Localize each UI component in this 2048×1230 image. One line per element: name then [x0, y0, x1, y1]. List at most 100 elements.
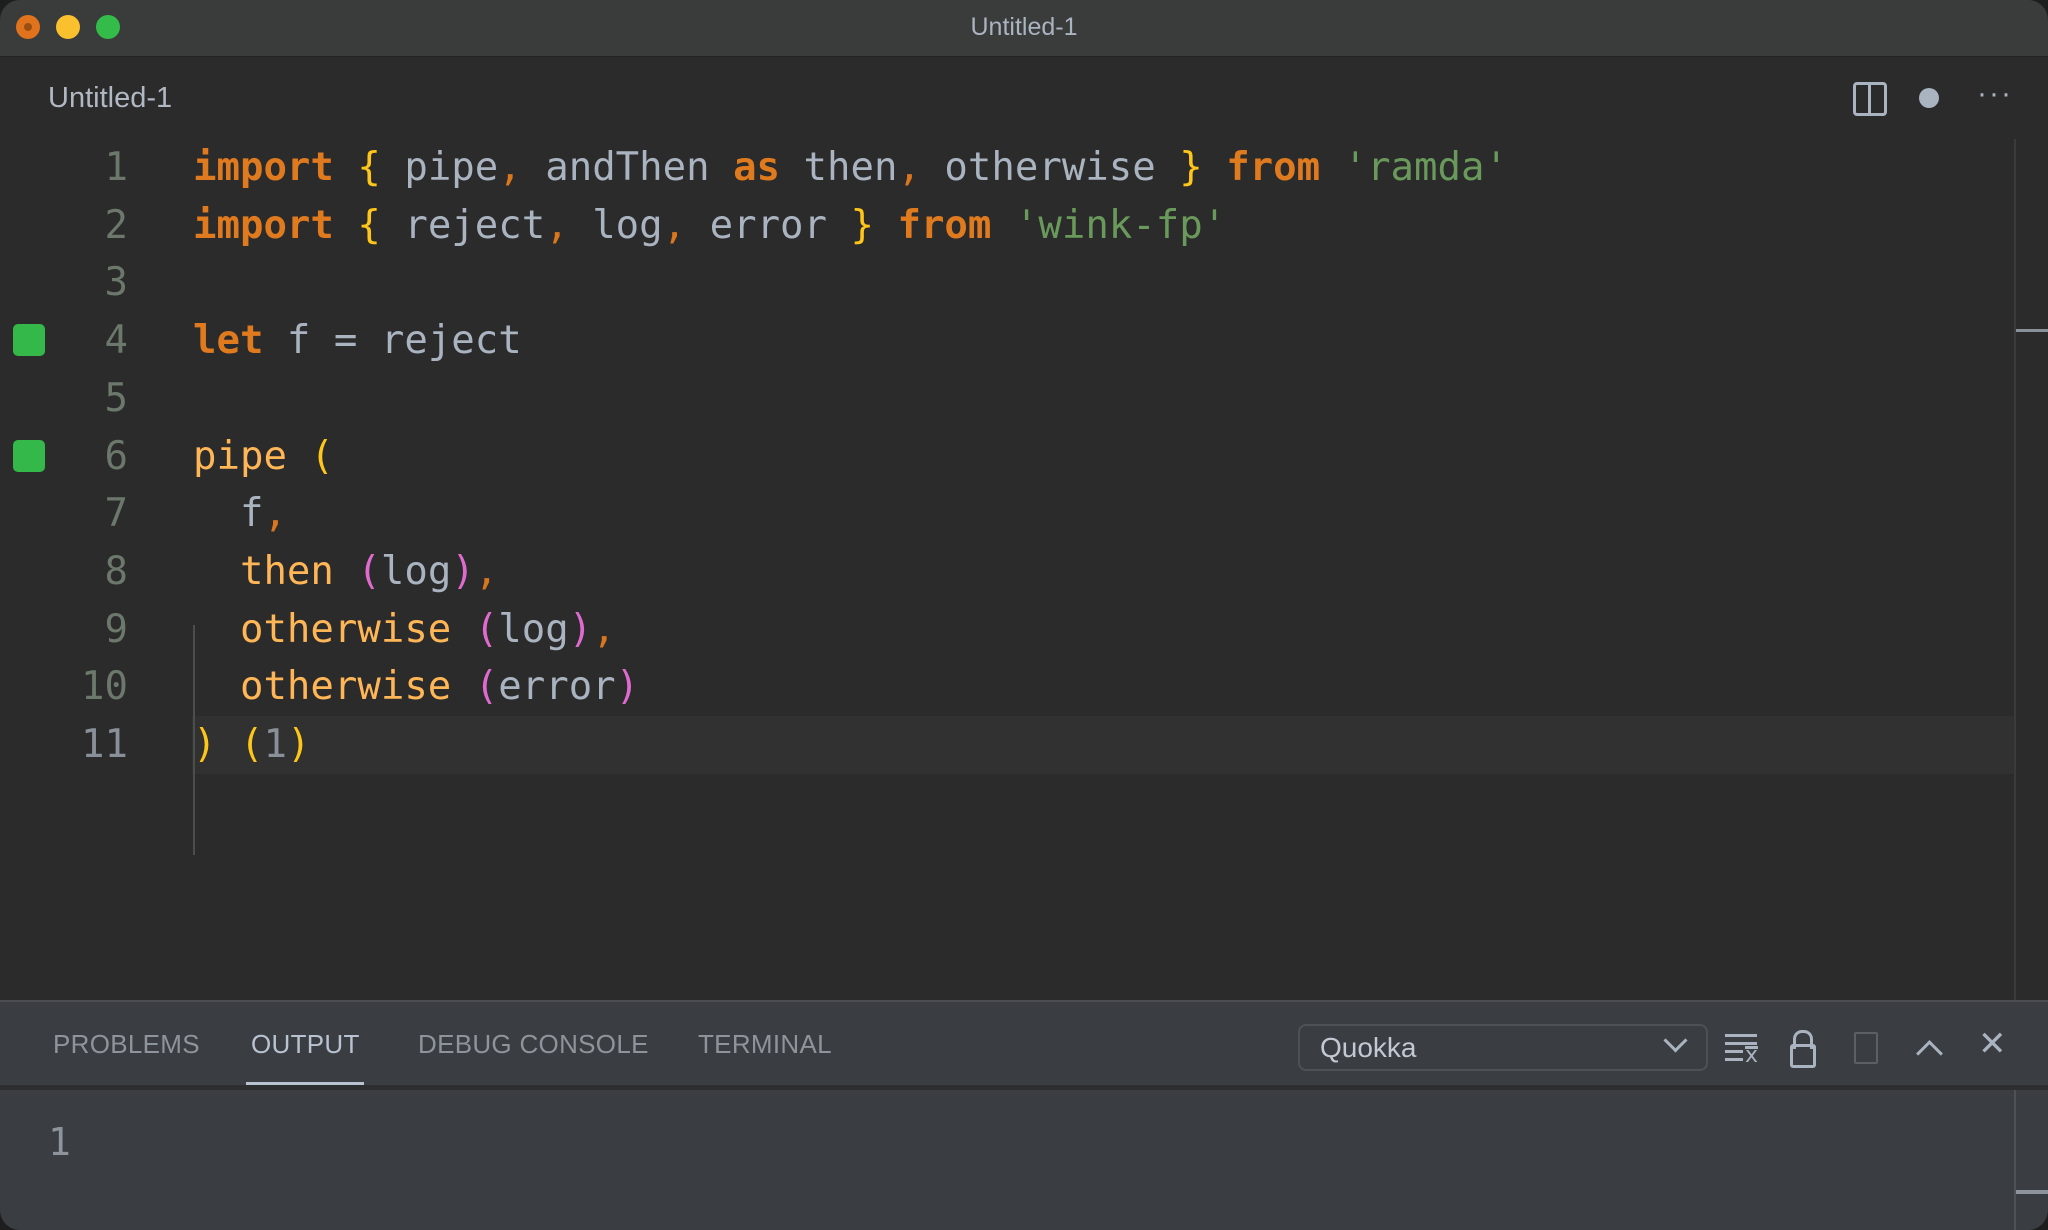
code-token: , — [897, 145, 921, 190]
code-token: ( — [357, 548, 381, 594]
more-actions-icon[interactable]: ··· — [1975, 79, 2015, 111]
code-line[interactable]: 1 import { pipe, andThen as then, otherwi… — [0, 139, 2014, 197]
line-number: 6 — [104, 433, 128, 479]
code-line[interactable]: 5 — [0, 370, 2014, 428]
code-token: , — [662, 202, 687, 248]
code-token: ) — [615, 664, 640, 710]
output-scrollbar[interactable] — [2014, 1090, 2016, 1230]
code-line[interactable]: 4 let f = reject — [0, 312, 2014, 370]
code-token: { — [357, 145, 381, 190]
line-number: 3 — [104, 260, 128, 306]
line-code: otherwise (log), — [192, 601, 2014, 659]
code-token: log — [568, 202, 663, 248]
editor-tab-untitled-1[interactable]: Untitled-1 — [48, 82, 172, 115]
code-token: pipe — [380, 145, 499, 190]
tab-output[interactable]: OUTPUT — [251, 1029, 360, 1060]
code-token: reject — [380, 202, 546, 248]
code-token: error — [498, 664, 616, 710]
code-token: otherwise — [193, 664, 452, 710]
coverage-marker-icon — [13, 324, 45, 357]
line-code: then (log), — [192, 543, 2014, 601]
line-number: 7 — [104, 491, 128, 537]
code-line[interactable]: 2 import { reject, log, error } from 'win… — [0, 197, 2014, 255]
code-token: ) — [568, 606, 593, 652]
code-line[interactable]: 3 — [0, 254, 2014, 312]
code-token: otherwise — [193, 606, 452, 652]
code-token: ) — [451, 548, 475, 594]
code-token: otherwise — [920, 145, 1180, 190]
overview-cursor-mark — [2016, 329, 2048, 332]
code-token: 'ramda' — [1343, 145, 1508, 190]
overview-ruler[interactable] — [2014, 139, 2016, 1000]
line-code: let f = reject — [192, 312, 2014, 370]
line-number: 9 — [104, 606, 128, 652]
code-token: ( — [474, 664, 499, 710]
open-log-file-icon — [1850, 1030, 1886, 1066]
line-code: pipe ( — [192, 428, 2014, 486]
code-line[interactable]: 11 ) (1) — [0, 716, 2014, 774]
code-token: ( — [310, 433, 334, 479]
output-channel-value: Quokka — [1320, 1032, 1417, 1063]
close-panel-icon[interactable]: ✕ — [1978, 1024, 2007, 1064]
output-line: 1 — [48, 1120, 71, 1164]
chevron-down-icon — [1663, 1028, 1688, 1053]
code-token: error — [686, 202, 851, 248]
code-token: as — [733, 145, 781, 190]
output-view[interactable]: 1 — [0, 1090, 2048, 1230]
code-line[interactable]: 7 f, — [0, 485, 2014, 543]
clear-output-icon[interactable]: x — [1725, 1030, 1761, 1067]
split-editor-icon[interactable] — [1853, 82, 1887, 116]
code-token: import — [193, 202, 334, 248]
output-channel-select[interactable]: Quokka — [1298, 1024, 1708, 1071]
code-token: f = reject — [263, 318, 522, 364]
editor-tab-header: Untitled-1 ··· — [0, 57, 2048, 139]
coverage-marker-icon — [13, 439, 45, 472]
code-editor[interactable]: 1 import { pipe, andThen as then, otherwi… — [0, 139, 2048, 1000]
line-code: ) (1) — [192, 716, 2014, 774]
code-token: f — [193, 491, 264, 537]
code-token: , — [474, 548, 499, 594]
code-line[interactable]: 6 pipe ( — [0, 428, 2014, 486]
code-token: pipe — [193, 433, 287, 479]
unsaved-dot-icon[interactable] — [1919, 88, 1939, 108]
code-line[interactable]: 8 then (log), — [0, 543, 2014, 601]
code-token: log — [498, 606, 569, 652]
code-token: let — [193, 318, 264, 364]
code-token: ) — [193, 722, 217, 767]
code-line[interactable]: 9 otherwise (log), — [0, 601, 2014, 659]
line-number: 4 — [104, 318, 128, 364]
tab-debug-console[interactable]: DEBUG CONSOLE — [418, 1029, 649, 1060]
line-code: import { reject, log, error } from 'wink… — [192, 197, 2014, 255]
maximize-panel-icon[interactable] — [1916, 1040, 1943, 1067]
code-token: } — [850, 202, 874, 248]
line-code: f, — [192, 485, 2014, 543]
code-token: 'wink-fp' — [1014, 202, 1227, 248]
code-token: import — [193, 145, 334, 190]
code-token: ( — [474, 606, 499, 652]
lock-scroll-icon[interactable] — [1788, 1030, 1824, 1068]
code-token: then — [780, 145, 898, 190]
line-number: 10 — [81, 664, 128, 710]
bottom-panel: PROBLEMS OUTPUT DEBUG CONSOLE TERMINAL Q… — [0, 1000, 2048, 1230]
title-bar: Untitled-1 — [0, 0, 2048, 57]
code-token: , — [263, 491, 287, 537]
code-line[interactable]: 10 otherwise (error) — [0, 658, 2014, 716]
panel-tab-bar: PROBLEMS OUTPUT DEBUG CONSOLE TERMINAL Q… — [0, 1002, 2048, 1085]
tab-terminal[interactable]: TERMINAL — [698, 1029, 832, 1060]
line-number: 1 — [104, 145, 128, 190]
code-token: { — [357, 202, 381, 248]
tab-problems[interactable]: PROBLEMS — [53, 1029, 200, 1060]
window-title: Untitled-1 — [970, 13, 1078, 41]
code-token: , — [498, 145, 522, 190]
line-number: 11 — [81, 722, 128, 767]
